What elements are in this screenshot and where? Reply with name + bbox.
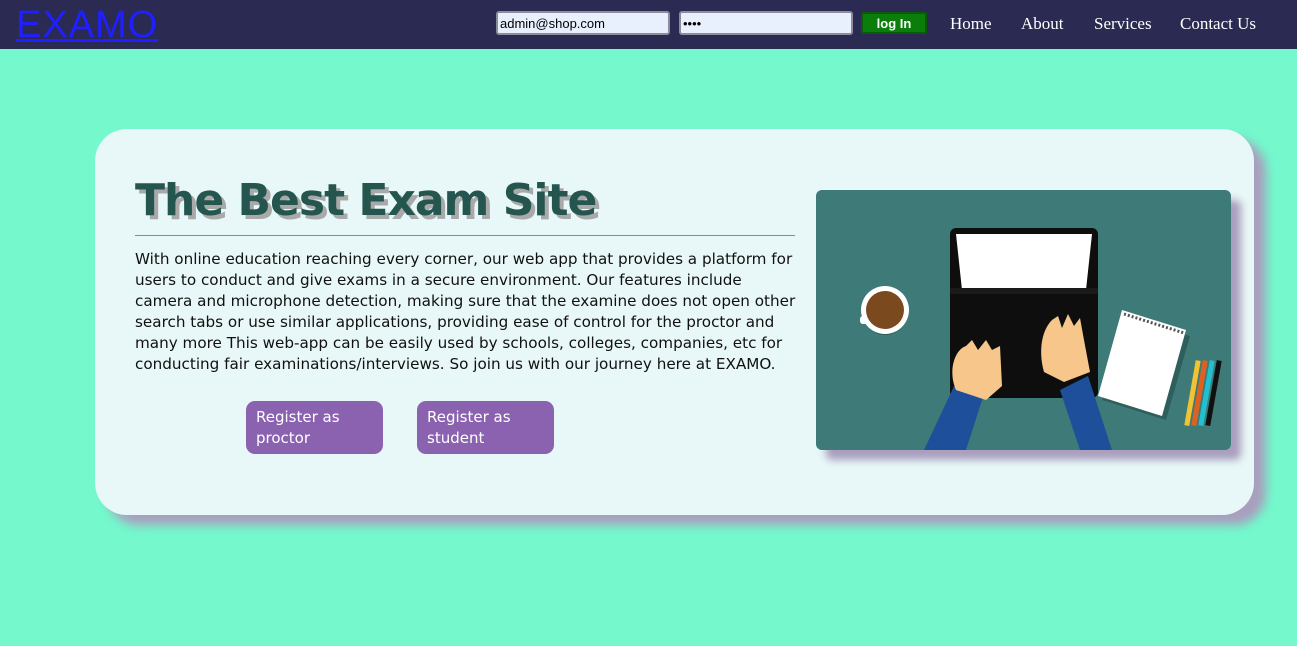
password-field[interactable] — [679, 11, 853, 35]
left-hand-icon — [924, 340, 1002, 450]
logo-link[interactable]: EXAMO — [16, 4, 158, 46]
hero-title: The Best Exam Site — [135, 175, 597, 226]
nav-contact-link[interactable]: Contact Us — [1180, 14, 1256, 34]
nav-about-link[interactable]: About — [1021, 14, 1064, 34]
pencils-icon — [1184, 360, 1222, 427]
nav-home-link[interactable]: Home — [950, 14, 992, 34]
hero-divider — [135, 235, 795, 236]
laptop-illustration — [816, 190, 1231, 450]
email-field[interactable] — [496, 11, 670, 35]
notepad-icon — [1098, 310, 1190, 420]
login-button[interactable]: log In — [861, 12, 927, 34]
hero-card: The Best Exam Site With online education… — [95, 129, 1254, 515]
register-proctor-button[interactable]: Register as proctor — [246, 401, 383, 454]
coffee-cup-icon — [860, 286, 909, 335]
navbar: EXAMO log In Home About Services Contact… — [0, 0, 1297, 49]
register-student-button[interactable]: Register as student — [417, 401, 554, 454]
nav-services-link[interactable]: Services — [1094, 14, 1152, 34]
hero-description: With online education reaching every cor… — [135, 250, 796, 373]
